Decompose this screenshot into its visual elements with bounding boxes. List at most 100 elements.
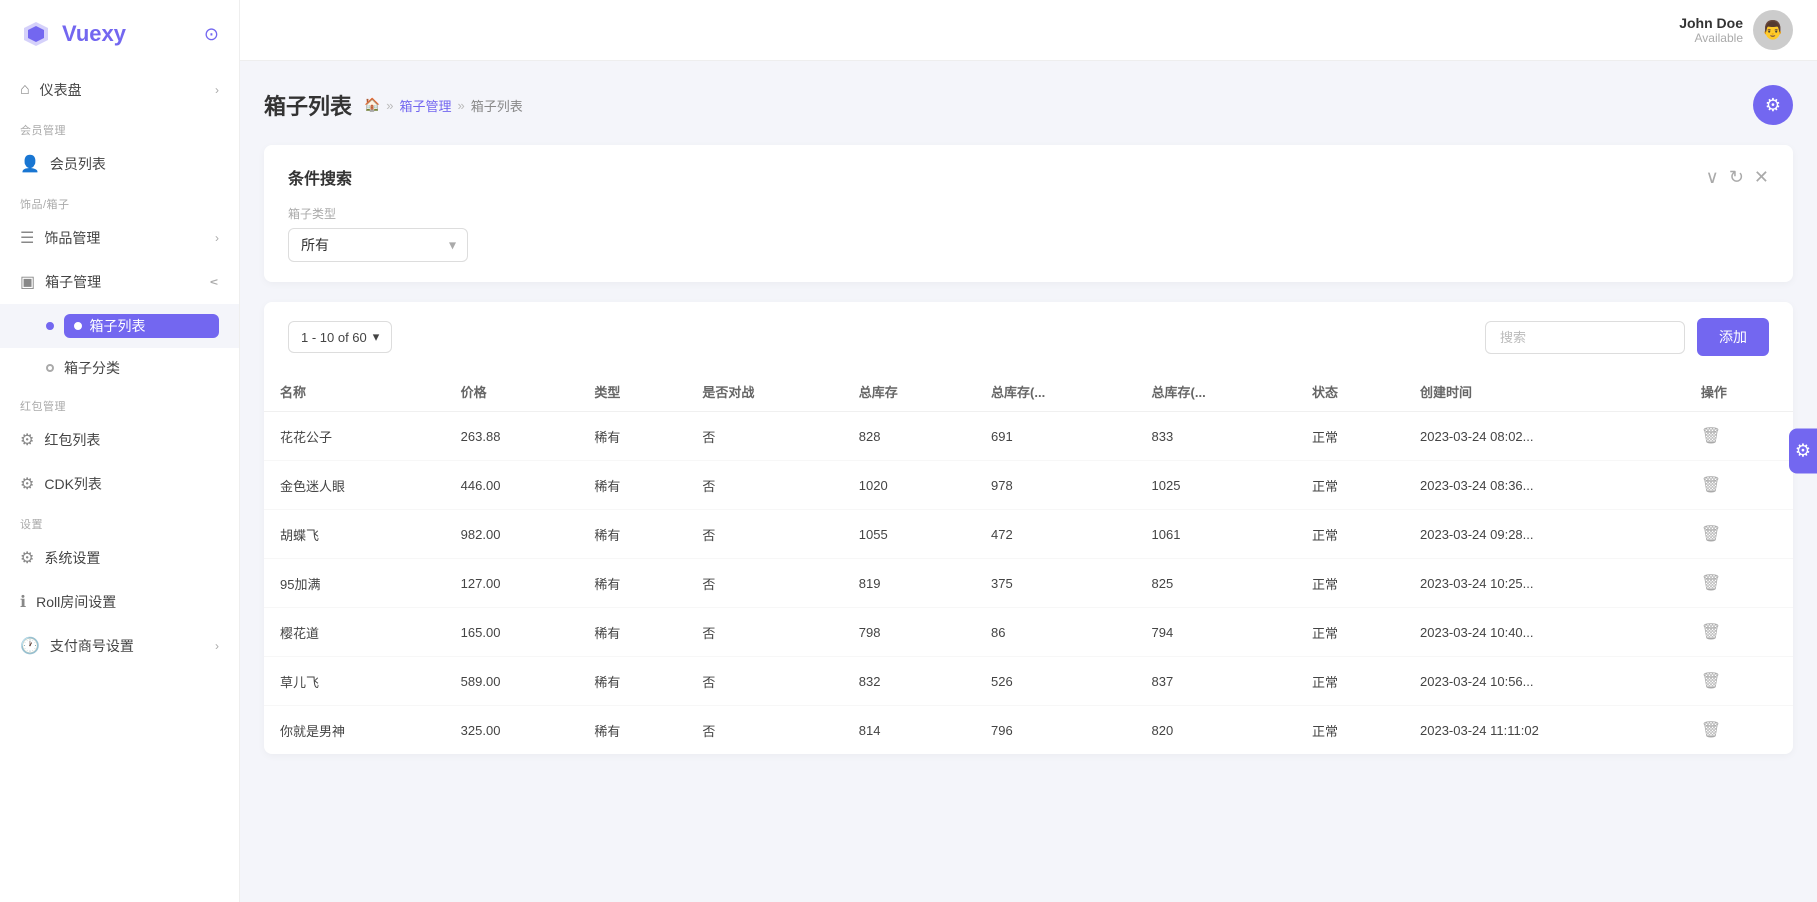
table-row: 95加满127.00稀有否819375825正常2023-03-24 10:25… <box>264 559 1793 608</box>
sidebar-item-sys-settings[interactable]: ⚙ 系统设置 <box>0 536 239 580</box>
user-text: John Doe Available <box>1679 15 1743 45</box>
table-header-cell: 总库存(... <box>1136 372 1296 412</box>
search-input[interactable] <box>1485 321 1685 354</box>
page-settings-button[interactable]: ⚙ <box>1753 85 1793 125</box>
sidebar-item-redpack-list[interactable]: ⚙ 红包列表 <box>0 418 239 462</box>
table-cell: 837 <box>1136 657 1296 706</box>
table-header-cell: 类型 <box>578 372 686 412</box>
table-header-cell: 状态 <box>1296 372 1404 412</box>
chevron-down-icon: ∨ <box>208 278 222 287</box>
table-cell-action: 🗑 <box>1685 461 1793 510</box>
card-title: 条件搜索 <box>288 165 352 189</box>
table-row: 草儿飞589.00稀有否832526837正常2023-03-24 10:56.… <box>264 657 1793 706</box>
table-card: 1 - 10 of 60 ▾ 添加 名称价格类型是否对战总库存总库存(...总库… <box>264 302 1793 754</box>
logo: Vuexy ⊙ <box>0 0 239 68</box>
home-breadcrumb-icon[interactable]: 🏠 <box>364 97 380 113</box>
table-cell: 正常 <box>1296 608 1404 657</box>
sidebar-item-payment-settings[interactable]: 🕐 支付商号设置 › <box>0 624 239 668</box>
roll-settings-label: Roll房间设置 <box>36 592 116 612</box>
pagination-select[interactable]: 1 - 10 of 60 ▾ <box>288 321 392 353</box>
sidebar-item-jewelry-mgmt[interactable]: ☰ 饰品管理 › <box>0 216 239 260</box>
sidebar-item-box-mgmt[interactable]: ▣ 箱子管理 ∨ <box>0 260 239 304</box>
breadcrumb: 🏠 » 箱子管理 » 箱子列表 <box>364 96 523 115</box>
main-content: John Doe Available 👨 箱子列表 🏠 » 箱子管理 » 箱子列… <box>240 0 1817 902</box>
avatar: 👨 <box>1753 10 1793 50</box>
delete-icon[interactable]: 🗑 <box>1701 673 1721 690</box>
table-cell: 375 <box>975 559 1135 608</box>
breadcrumb-box-mgmt[interactable]: 箱子管理 <box>399 96 451 115</box>
breadcrumb-sep1: » <box>386 98 393 113</box>
sidebar-item-cdk-list[interactable]: ⚙ CDK列表 <box>0 462 239 506</box>
section-redpack: 红包管理 <box>0 388 239 418</box>
gear-icon2: ⚙ <box>20 474 34 494</box>
table-cell: 796 <box>975 706 1135 755</box>
gear-icon: ⚙ <box>20 430 34 450</box>
sidebar-item-box-list[interactable]: 箱子列表 <box>0 304 239 348</box>
box-type-select[interactable]: 所有稀有普通史诗 <box>288 228 468 262</box>
delete-icon[interactable]: 🗑 <box>1701 428 1721 445</box>
delete-icon[interactable]: 🗑 <box>1701 722 1721 739</box>
add-button[interactable]: 添加 <box>1697 318 1769 356</box>
table-cell: 833 <box>1136 412 1296 461</box>
page-title: 箱子列表 <box>264 89 352 121</box>
table-cell: 胡蝶飞 <box>264 510 445 559</box>
table-cell: 978 <box>975 461 1135 510</box>
table-cell: 否 <box>686 559 842 608</box>
table-toolbar: 1 - 10 of 60 ▾ 添加 <box>264 302 1793 372</box>
app-name: Vuexy <box>62 21 126 47</box>
collapse-icon[interactable]: ∨ <box>1706 167 1719 188</box>
field-label: 箱子类型 <box>288 205 1769 222</box>
table-cell: 稀有 <box>578 510 686 559</box>
search-fields: 箱子类型 所有稀有普通史诗 <box>288 205 1769 262</box>
table-body: 花花公子263.88稀有否828691833正常2023-03-24 08:02… <box>264 412 1793 755</box>
table-cell: 稀有 <box>578 706 686 755</box>
cdk-list-label: CDK列表 <box>44 474 102 494</box>
table-cell: 正常 <box>1296 510 1404 559</box>
delete-icon[interactable]: 🗑 <box>1701 526 1721 543</box>
redpack-list-label: 红包列表 <box>44 430 100 450</box>
table-cell: 1055 <box>843 510 975 559</box>
breadcrumb-sep2: » <box>457 98 464 113</box>
table-toolbar-right: 添加 <box>1485 318 1769 356</box>
table-cell: 819 <box>843 559 975 608</box>
table-cell: 2023-03-24 10:40... <box>1404 608 1685 657</box>
close-icon[interactable]: ✕ <box>1754 167 1769 188</box>
content-area: 箱子列表 🏠 » 箱子管理 » 箱子列表 ⚙ 条件搜索 ∨ ↻ ✕ <box>240 61 1817 902</box>
sidebar-item-roll-settings[interactable]: ℹ Roll房间设置 <box>0 580 239 624</box>
box-category-label: 箱子分类 <box>64 358 120 378</box>
info-icon: ℹ <box>20 592 26 612</box>
table-cell: 稀有 <box>578 559 686 608</box>
table-cell: 1020 <box>843 461 975 510</box>
table-cell: 稀有 <box>578 608 686 657</box>
table-cell: 樱花道 <box>264 608 445 657</box>
refresh-icon[interactable]: ↻ <box>1729 167 1744 188</box>
table-cell: 2023-03-24 10:56... <box>1404 657 1685 706</box>
section-items: 饰品/箱子 <box>0 186 239 216</box>
table-cell: 263.88 <box>445 412 579 461</box>
table-cell: 否 <box>686 657 842 706</box>
right-settings-tab[interactable]: ⚙ <box>1789 429 1817 474</box>
chevron-down-icon: ▾ <box>373 329 380 345</box>
delete-icon[interactable]: 🗑 <box>1701 624 1721 641</box>
delete-icon[interactable]: 🗑 <box>1701 575 1721 592</box>
table-cell: 草儿飞 <box>264 657 445 706</box>
table-cell: 金色迷人眼 <box>264 461 445 510</box>
delete-icon[interactable]: 🗑 <box>1701 477 1721 494</box>
table-cell: 稀有 <box>578 461 686 510</box>
table-header-cell: 总库存 <box>843 372 975 412</box>
table-header-row: 名称价格类型是否对战总库存总库存(...总库存(...状态创建时间操作 <box>264 372 1793 412</box>
table-header-cell: 是否对战 <box>686 372 842 412</box>
sidebar-item-dashboard[interactable]: ⌂ 仪表盘 › <box>0 68 239 112</box>
table-cell-action: 🗑 <box>1685 706 1793 755</box>
table-header-cell: 总库存(... <box>975 372 1135 412</box>
sidebar-item-box-category[interactable]: 箱子分类 <box>0 348 239 388</box>
person-icon: 👤 <box>20 154 40 174</box>
table-cell: 正常 <box>1296 706 1404 755</box>
sidebar-item-member-list[interactable]: 👤 会员列表 <box>0 142 239 186</box>
table-cell: 472 <box>975 510 1135 559</box>
table-row: 你就是男神325.00稀有否814796820正常2023-03-24 11:1… <box>264 706 1793 755</box>
table-cell: 127.00 <box>445 559 579 608</box>
table-row: 金色迷人眼446.00稀有否10209781025正常2023-03-24 08… <box>264 461 1793 510</box>
table-cell: 526 <box>975 657 1135 706</box>
table-cell-action: 🗑 <box>1685 510 1793 559</box>
